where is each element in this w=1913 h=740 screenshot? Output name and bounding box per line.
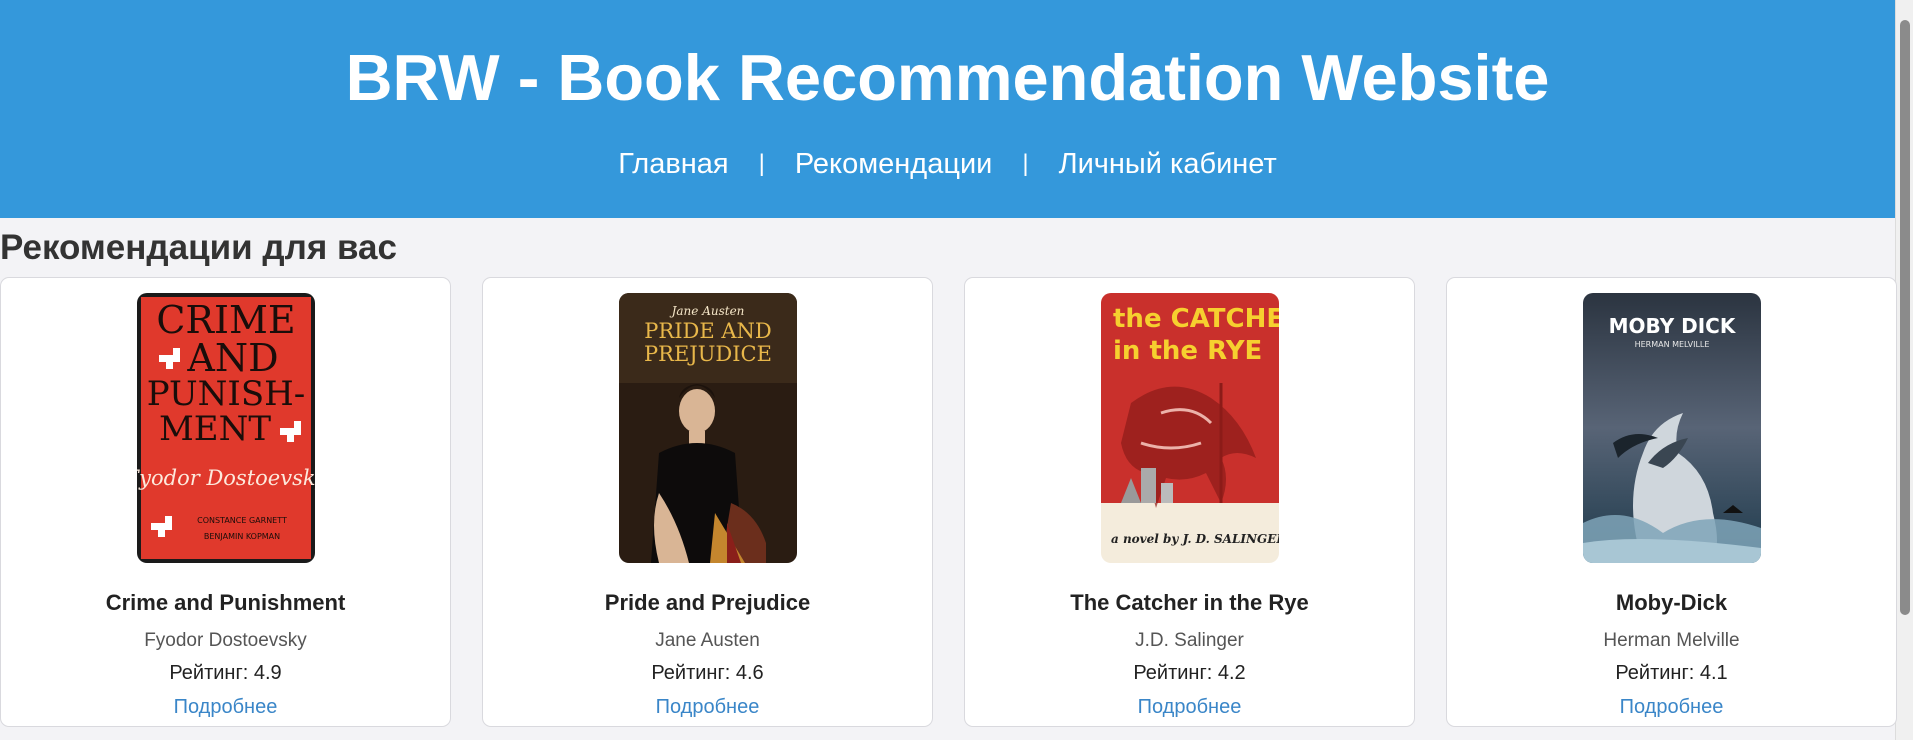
cover-moby-dick: MOBY DICK HERMAN MELVILLE: [1582, 293, 1761, 563]
cover-text: BENJAMIN KOPMAN: [203, 532, 279, 541]
book-card-list: CRIME AND PUNISH- MENT Fyodor Dostoevsky…: [0, 277, 1897, 727]
book-title: Pride and Prejudice: [604, 590, 811, 615]
cover-text: HERMAN MELVILLE: [1634, 340, 1709, 349]
cover-text: PREJUDICE: [644, 342, 772, 366]
book-card: MOBY DICK HERMAN MELVILLE Moby-Dick Herm…: [1446, 277, 1897, 727]
nav-link-account[interactable]: Личный кабинет: [1029, 145, 1307, 183]
cover-pride-and-prejudice: Jane Austen PRIDE AND PREJUDICE: [618, 293, 797, 563]
cover-text: the CATCHER: [1113, 304, 1279, 334]
book-card: CRIME AND PUNISH- MENT Fyodor Dostoevsky…: [0, 277, 451, 727]
book-author: J.D. Salinger: [1135, 630, 1244, 651]
nav-link-home[interactable]: Главная: [588, 145, 758, 183]
details-link[interactable]: Подробнее: [965, 696, 1414, 719]
book-title: Crime and Punishment: [105, 590, 346, 615]
site-header: BRW - Book Recommendation Website Главна…: [0, 0, 1895, 218]
book-rating: Рейтинг: 4.1: [1615, 662, 1728, 684]
site-title: BRW - Book Recommendation Website: [345, 41, 1550, 114]
cover-text: in the RYE: [1113, 336, 1262, 366]
book-card: Jane Austen PRIDE AND PREJUDICE Pride an…: [482, 277, 933, 727]
book-cover-image[interactable]: CRIME AND PUNISH- MENT Fyodor Dostoevsky…: [136, 293, 315, 563]
details-link[interactable]: Подробнее: [1447, 696, 1896, 719]
book-rating: Рейтинг: 4.9: [169, 662, 282, 684]
details-link[interactable]: Подробнее: [1, 696, 450, 719]
cover-text: MOBY DICK: [1608, 314, 1736, 338]
main-nav: Главная | Рекомендации | Личный кабинет: [0, 145, 1895, 183]
cover-text: CONSTANCE GARNETT: [197, 516, 287, 525]
cover-text: PUNISH-: [146, 374, 305, 414]
book-rating: Рейтинг: 4.2: [1133, 662, 1246, 684]
book-cover-image[interactable]: MOBY DICK HERMAN MELVILLE: [1582, 293, 1761, 563]
details-link[interactable]: Подробнее: [483, 696, 932, 719]
cover-text: Jane Austen: [668, 304, 744, 318]
section-title: Рекомендации для вас: [0, 228, 397, 267]
book-cover-image[interactable]: Jane Austen PRIDE AND PREJUDICE: [618, 293, 797, 563]
cover-catcher-in-the-rye: the CATCHER in the RYE a novel by J. D. …: [1100, 293, 1279, 563]
book-rating: Рейтинг: 4.6: [651, 662, 764, 684]
nav-link-recommendations[interactable]: Рекомендации: [765, 145, 1022, 183]
book-author: Jane Austen: [655, 630, 760, 651]
book-author: Fyodor Dostoevsky: [144, 630, 307, 651]
cover-text: PRIDE AND: [644, 319, 771, 343]
scrollbar-thumb[interactable]: [1900, 20, 1910, 615]
cover-text: Fyodor Dostoevsky: [137, 466, 315, 490]
cover-crime-and-punishment: CRIME AND PUNISH- MENT Fyodor Dostoevsky…: [136, 293, 315, 563]
scrollbar[interactable]: [1895, 0, 1913, 740]
book-author: Herman Melville: [1603, 630, 1740, 651]
book-title: Moby-Dick: [1615, 590, 1728, 615]
book-title: The Catcher in the Rye: [1070, 590, 1309, 615]
cover-text: MENT: [158, 409, 270, 449]
cover-text: a novel by J. D. SALINGER: [1111, 532, 1279, 546]
book-cover-image[interactable]: the CATCHER in the RYE a novel by J. D. …: [1100, 293, 1279, 563]
book-card: the CATCHER in the RYE a novel by J. D. …: [964, 277, 1415, 727]
